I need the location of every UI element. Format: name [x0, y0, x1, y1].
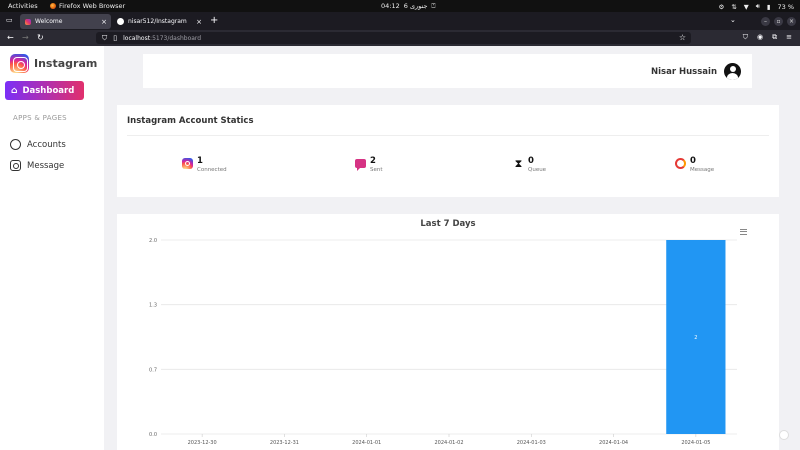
chart-card: Last 7 Days 0.0 0.7 1.3 2.0 2023-12-30 2023-1…: [117, 214, 779, 450]
app-menu[interactable]: Firefox Web Browser: [50, 2, 125, 10]
sidebar-item-label: Message: [27, 160, 65, 171]
close-window-icon[interactable]: ×: [787, 17, 796, 26]
stats-card: Instagram Account Statics 1 Connected 2 …: [117, 105, 779, 197]
url-bar[interactable]: ⛉ ▯ localhost:5173/dashboard ☆: [96, 32, 691, 44]
stat-sent: 2 Sent: [355, 157, 383, 174]
forward-icon[interactable]: →: [22, 33, 29, 42]
pocket-icon[interactable]: ⛉: [743, 33, 748, 42]
sidebar-item-message[interactable]: Message: [10, 160, 64, 171]
close-tab-icon[interactable]: ×: [196, 18, 202, 26]
page-icon: ▯: [113, 34, 118, 42]
settings-icon: ⚙: [718, 2, 725, 11]
account-icon[interactable]: ◉: [757, 33, 763, 42]
brand[interactable]: Instagram: [10, 54, 97, 73]
instagram-icon: [182, 158, 193, 169]
menu-icon[interactable]: ≡: [786, 33, 792, 42]
stats-title: Instagram Account Statics: [127, 116, 254, 126]
minimize-icon[interactable]: –: [761, 17, 770, 26]
tab-github[interactable]: nisar512/Instagram ×: [112, 14, 206, 29]
user-name[interactable]: Nisar Hussain: [651, 67, 717, 77]
url-path: :5173/dashboard: [150, 34, 202, 42]
system-top-bar: Activities Firefox Web Browser 04:12 6 ج…: [0, 0, 800, 12]
y-tick-label: 0.7: [149, 367, 157, 373]
avatar[interactable]: [724, 63, 741, 80]
account-circle-icon: [10, 139, 21, 150]
hourglass-icon: ⧗: [514, 157, 523, 170]
sidebar: Instagram ⌂ Dashboard APPS & PAGES Accou…: [0, 46, 104, 450]
stat-label: Message: [690, 167, 715, 173]
stat-message: 0 Message: [675, 157, 714, 174]
instagram-logo-icon: [10, 54, 29, 73]
firefox-icon: [50, 3, 56, 9]
section-label: APPS & PAGES: [13, 114, 67, 122]
x-tick-label: 2024-01-05: [681, 440, 710, 446]
reload-icon[interactable]: ↻: [37, 33, 44, 42]
divider: [127, 135, 769, 136]
app-name: Firefox Web Browser: [59, 2, 126, 10]
y-tick-label: 2.0: [149, 238, 157, 244]
sidebar-item-accounts[interactable]: Accounts: [10, 139, 66, 150]
home-icon: ⌂: [11, 85, 18, 96]
sidebar-item-label: Dashboard: [22, 85, 75, 96]
back-icon[interactable]: ←: [7, 33, 14, 42]
stat-value: 0: [528, 156, 534, 166]
navigation-bar: ← → ↻ ⛉ ▯ localhost:5173/dashboard ☆ ⛉ ◉…: [0, 30, 800, 46]
stat-label: Sent: [370, 167, 383, 173]
stat-value: 2: [370, 156, 376, 166]
system-tray[interactable]: ⚙ ⇅ ▼ 🔊︎ ▮ 73 %: [719, 2, 794, 11]
battery-level: 73 %: [777, 2, 794, 11]
bookmark-star-icon[interactable]: ☆: [679, 33, 686, 42]
tab-title: nisar512/Instagram: [128, 18, 187, 25]
message-icon: [355, 159, 366, 171]
instagram-favicon-icon: [25, 18, 31, 25]
user-header: Nisar Hussain: [143, 54, 752, 88]
chevron-down-icon[interactable]: ⌄: [730, 16, 736, 24]
x-tick-label: 2024-01-01: [352, 440, 381, 446]
sidebar-item-dashboard[interactable]: ⌂ Dashboard: [5, 81, 84, 100]
battery-icon: ▮: [766, 2, 771, 11]
x-tick-label: 2024-01-02: [434, 440, 463, 446]
bar-chart: 0.0 0.7 1.3 2.0 2023-12-30 2023-12-31 2024-01-…: [149, 238, 737, 446]
x-tick-label: 2023-12-31: [270, 440, 299, 446]
maximize-icon[interactable]: ▫: [774, 17, 783, 26]
url-host: localhost: [123, 34, 151, 42]
stat-value: 0: [690, 156, 696, 166]
stat-label: Queue: [528, 167, 547, 173]
shield-icon: ⛉: [102, 33, 108, 42]
x-tick-label: 2024-01-04: [599, 440, 628, 446]
notification-icon: ⍞: [431, 2, 436, 10]
brand-name: Instagram: [34, 57, 98, 70]
stat-connected: 1 Connected: [182, 157, 227, 174]
tab-strip: ▭ Welcome × nisar512/Instagram × + ⌄ – ▫…: [0, 12, 800, 30]
volume-icon: 🔊︎: [755, 2, 760, 10]
wifi-icon: ▼: [743, 2, 749, 11]
new-tab-icon[interactable]: +: [210, 15, 218, 26]
clock[interactable]: 04:12 6 جنوری ⍞: [381, 2, 435, 11]
x-tick-label: 2023-12-30: [188, 440, 217, 446]
firefox-view-icon[interactable]: ▭: [6, 16, 13, 24]
network-icon: ⇅: [731, 2, 737, 11]
tab-welcome[interactable]: Welcome ×: [20, 14, 111, 29]
blocked-icon: [675, 158, 686, 169]
clock-time: 04:12: [381, 2, 400, 10]
scroll-to-top-button[interactable]: [779, 430, 789, 440]
close-tab-icon[interactable]: ×: [101, 18, 107, 26]
github-favicon-icon: [117, 18, 124, 25]
x-tick-label: 2024-01-03: [517, 440, 546, 446]
stat-queue: ⧗ 0 Queue: [513, 157, 546, 174]
y-tick-label: 1.3: [149, 303, 157, 309]
instagram-icon: [10, 160, 21, 171]
activities-button[interactable]: Activities: [8, 2, 38, 10]
data-label: 2: [694, 335, 697, 341]
tab-title: Welcome: [35, 18, 63, 25]
sidebar-item-label: Accounts: [27, 139, 66, 150]
extensions-icon[interactable]: ⧉: [772, 33, 777, 42]
y-tick-label: 0.0: [149, 432, 157, 438]
clock-day: 6 جنوری: [403, 2, 428, 10]
stat-value: 1: [197, 156, 203, 166]
stat-label: Connected: [197, 167, 227, 173]
